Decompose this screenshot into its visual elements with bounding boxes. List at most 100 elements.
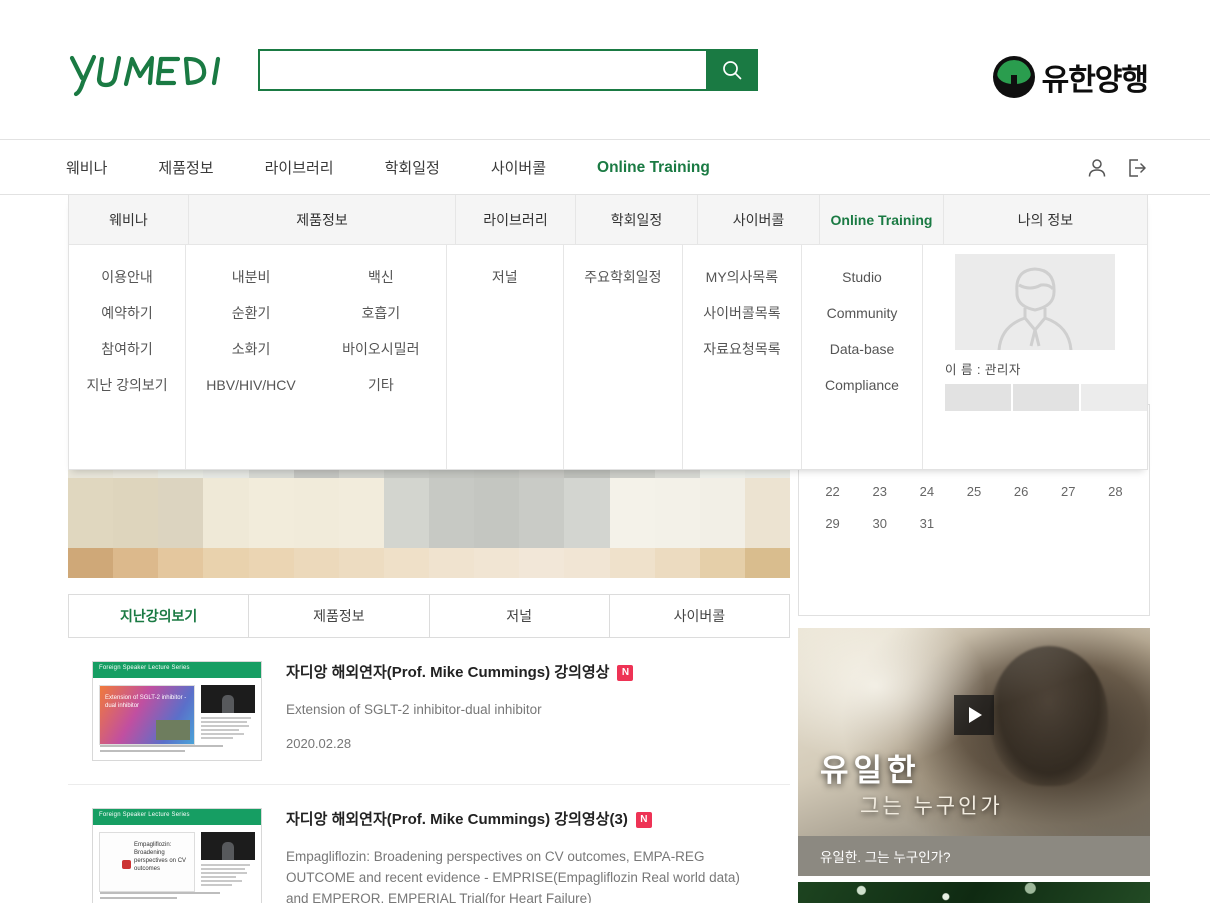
thumb-slide-title: Extension of SGLT-2 inhibitor - dual inh… bbox=[105, 694, 189, 710]
video-thumbnail: 유일한 그는 누구인가 bbox=[798, 628, 1150, 836]
logout-icon[interactable] bbox=[1126, 157, 1148, 179]
yumedi-logo[interactable] bbox=[66, 52, 231, 98]
search-bar bbox=[258, 49, 758, 91]
mega-header-conference[interactable]: 학회일정 bbox=[576, 195, 698, 245]
mega-header-my-info[interactable]: 나의 정보 bbox=[944, 195, 1147, 245]
menu-link-reserve[interactable]: 예약하기 bbox=[101, 295, 153, 331]
list-item[interactable]: Foreign Speaker Lecture Series Extension… bbox=[68, 638, 790, 785]
menu-link-community[interactable]: Community bbox=[827, 295, 898, 331]
new-badge: N bbox=[636, 812, 652, 828]
video-overlay-subtitle: 그는 누구인가 bbox=[860, 790, 1003, 820]
mega-header-library[interactable]: 라이브러리 bbox=[456, 195, 576, 245]
calendar-cell-empty bbox=[1092, 507, 1139, 539]
calendar-day[interactable]: 26 bbox=[998, 475, 1045, 507]
lecture-thumbnail: Foreign Speaker Lecture Series Empaglifl… bbox=[92, 808, 262, 903]
calendar-day[interactable]: 22 bbox=[809, 475, 856, 507]
menu-link-biosimilar[interactable]: 바이오시밀러 bbox=[342, 331, 419, 367]
nav-item-conference[interactable]: 학회일정 bbox=[385, 140, 440, 195]
lecture-date: 2020.02.28 bbox=[286, 736, 766, 751]
calendar-day[interactable]: 29 bbox=[809, 507, 856, 539]
tab-cybercall[interactable]: 사이버콜 bbox=[610, 595, 789, 637]
nav-item-list: 웨비나 제품정보 라이브러리 학회일정 사이버콜 Online Training bbox=[66, 140, 761, 195]
menu-link-vaccine[interactable]: 백신 bbox=[368, 259, 394, 295]
calendar-day[interactable]: 27 bbox=[1045, 475, 1092, 507]
menu-link-main-conferences[interactable]: 주요학회일정 bbox=[584, 259, 661, 295]
menu-link-respiratory[interactable]: 호흡기 bbox=[362, 295, 401, 331]
search-input[interactable] bbox=[258, 49, 706, 91]
lecture-title: 자디앙 해외연자(Prof. Mike Cummings) 강의영상 bbox=[286, 663, 609, 683]
menu-link-journal[interactable]: 저널 bbox=[492, 259, 518, 295]
tab-past-lectures[interactable]: 지난강의보기 bbox=[69, 595, 249, 637]
content-tabs: 지난강의보기 제품정보 저널 사이버콜 bbox=[68, 594, 790, 638]
yuhan-brand-logo[interactable]: 유한양행 bbox=[993, 55, 1148, 99]
brand-name: 유한양행 bbox=[1042, 55, 1148, 99]
menu-link-circulatory[interactable]: 순환기 bbox=[232, 295, 271, 331]
mega-menu-header-row: 웨비나 제품정보 라이브러리 학회일정 사이버콜 Online Training… bbox=[69, 195, 1147, 245]
user-icon[interactable] bbox=[1086, 157, 1108, 179]
profile-name: 이 름 : 관리자 bbox=[945, 359, 1021, 378]
menu-link-database[interactable]: Data-base bbox=[830, 331, 895, 367]
calendar-cell-empty bbox=[950, 507, 997, 539]
menu-link-endocrine[interactable]: 내분비 bbox=[232, 259, 271, 295]
video-card[interactable]: 유일한 그는 누구인가 유일한. 그는 누구인가? bbox=[798, 628, 1150, 876]
nav-item-library[interactable]: 라이브러리 bbox=[265, 140, 334, 195]
play-icon[interactable] bbox=[954, 695, 994, 735]
mega-header-product-info[interactable]: 제품정보 bbox=[189, 195, 456, 245]
calendar-day[interactable]: 23 bbox=[856, 475, 903, 507]
thumb-slide-title: Empagliflozin: Broadening perspectives o… bbox=[134, 841, 189, 873]
avatar bbox=[955, 254, 1115, 350]
nature-image-card[interactable] bbox=[798, 882, 1150, 903]
tree-emblem-icon bbox=[993, 56, 1035, 98]
nav-actions bbox=[1086, 140, 1148, 195]
calendar-day[interactable]: 25 bbox=[950, 475, 997, 507]
foliage-image bbox=[798, 882, 1150, 903]
product-col-left: 내분비 순환기 소화기 HBV/HIV/HCV bbox=[186, 259, 316, 403]
calendar-cell-empty bbox=[1045, 507, 1092, 539]
mega-col-online-training: Studio Community Data-base Compliance bbox=[802, 245, 923, 469]
mega-col-my-info: 이 름 : 관리자 bbox=[923, 245, 1147, 469]
yumedi-logo-icon bbox=[66, 52, 231, 98]
menu-link-compliance[interactable]: Compliance bbox=[825, 367, 899, 403]
menu-link-hbv-hiv-hcv[interactable]: HBV/HIV/HCV bbox=[206, 367, 295, 403]
mega-menu-dropdown: 웨비나 제품정보 라이브러리 학회일정 사이버콜 Online Training… bbox=[68, 195, 1148, 470]
menu-link-guide[interactable]: 이용안내 bbox=[101, 259, 153, 295]
menu-link-my-doctor-list[interactable]: MY의사목록 bbox=[706, 259, 779, 295]
profile-panel: 이 름 : 관리자 bbox=[923, 245, 1147, 411]
mega-col-library: 저널 bbox=[447, 245, 564, 469]
lecture-thumbnail: Foreign Speaker Lecture Series Extension… bbox=[92, 661, 262, 761]
calendar-day[interactable]: 31 bbox=[903, 507, 950, 539]
mega-header-online-training[interactable]: Online Training bbox=[820, 195, 944, 245]
menu-link-participate[interactable]: 참여하기 bbox=[101, 331, 153, 367]
menu-link-material-request-list[interactable]: 자료요청목록 bbox=[703, 331, 780, 367]
nav-item-webinar[interactable]: 웨비나 bbox=[66, 140, 107, 195]
calendar-cell-empty bbox=[998, 507, 1045, 539]
menu-link-digestive[interactable]: 소화기 bbox=[232, 331, 271, 367]
nav-item-product-info[interactable]: 제품정보 bbox=[158, 140, 213, 195]
product-col-right: 백신 호흡기 바이오시밀러 기타 bbox=[316, 259, 446, 403]
product-sub-columns: 내분비 순환기 소화기 HBV/HIV/HCV 백신 호흡기 바이오시밀러 기타 bbox=[186, 245, 446, 403]
video-caption: 유일한. 그는 누구인가? bbox=[798, 836, 1150, 876]
mega-header-webinar[interactable]: 웨비나 bbox=[69, 195, 189, 245]
calendar-day[interactable]: 28 bbox=[1092, 475, 1139, 507]
calendar-day[interactable]: 24 bbox=[903, 475, 950, 507]
video-overlay-title: 유일한 bbox=[820, 745, 921, 790]
mega-header-cybercall[interactable]: 사이버콜 bbox=[698, 195, 820, 245]
menu-link-etc[interactable]: 기타 bbox=[368, 367, 394, 403]
lecture-title-row: 자디앙 해외연자(Prof. Mike Cummings) 강의영상(3) N bbox=[286, 810, 766, 830]
menu-link-cybercall-list[interactable]: 사이버콜목록 bbox=[703, 295, 780, 331]
mega-col-product-info: 내분비 순환기 소화기 HBV/HIV/HCV 백신 호흡기 바이오시밀러 기타 bbox=[186, 245, 447, 469]
menu-link-studio[interactable]: Studio bbox=[842, 259, 882, 295]
search-button[interactable] bbox=[706, 49, 758, 91]
calendar-day[interactable]: 30 bbox=[856, 507, 903, 539]
nav-item-cybercall[interactable]: 사이버콜 bbox=[491, 140, 546, 195]
nav-item-online-training[interactable]: Online Training bbox=[597, 140, 710, 195]
lecture-info: 자디앙 해외연자(Prof. Mike Cummings) 강의영상(3) N … bbox=[286, 808, 766, 903]
tab-journal[interactable]: 저널 bbox=[430, 595, 610, 637]
profile-placeholder-bars bbox=[945, 384, 1147, 411]
list-item[interactable]: Foreign Speaker Lecture Series Empaglifl… bbox=[68, 785, 790, 903]
mega-col-webinar: 이용안내 예약하기 참여하기 지난 강의보기 bbox=[69, 245, 186, 469]
lecture-title-row: 자디앙 해외연자(Prof. Mike Cummings) 강의영상 N bbox=[286, 663, 766, 683]
menu-link-past-lectures[interactable]: 지난 강의보기 bbox=[86, 367, 167, 403]
mega-col-conference: 주요학회일정 bbox=[564, 245, 683, 469]
tab-product-info[interactable]: 제품정보 bbox=[249, 595, 429, 637]
